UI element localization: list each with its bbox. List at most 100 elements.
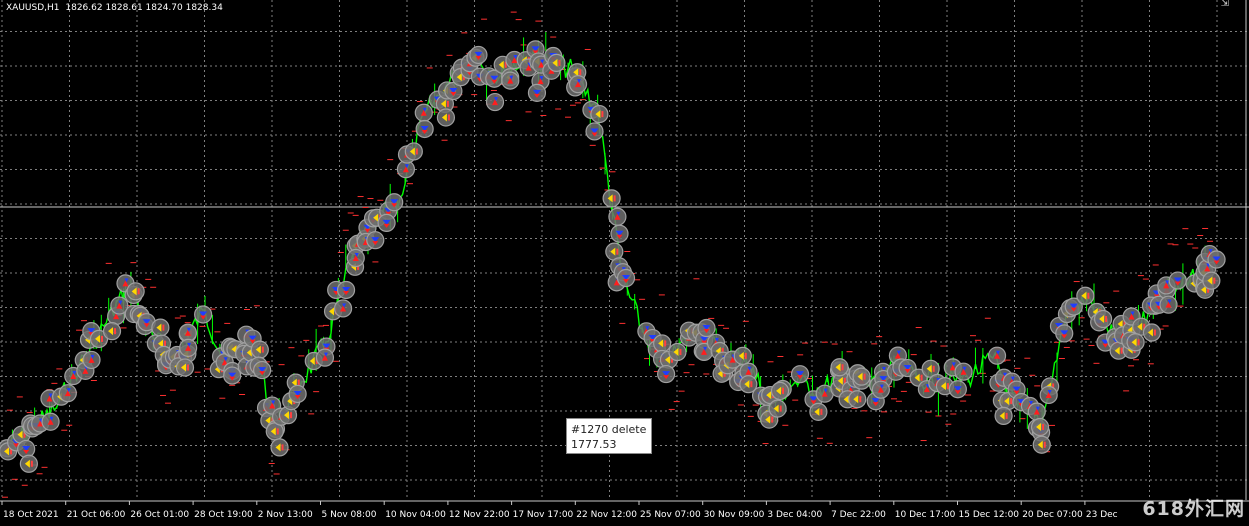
close-tick — [290, 412, 293, 419]
close-tick — [664, 340, 667, 347]
close-tick — [114, 328, 117, 335]
trade-marker — [223, 366, 242, 385]
trade-marker — [848, 390, 867, 409]
close-tick — [162, 324, 165, 331]
order-tooltip: #1270 delete 1777.53 — [566, 418, 652, 454]
close-tick — [1105, 315, 1108, 322]
trade-marker — [1142, 323, 1162, 342]
close-tick — [613, 195, 616, 202]
watermark-logo: 618外汇网 — [1142, 498, 1245, 520]
x-tick-label: 26 Oct 01:00 — [130, 510, 189, 520]
trade-marker — [1126, 333, 1145, 352]
x-tick-label: 10 Dec 17:00 — [895, 510, 956, 520]
trade-marker — [485, 92, 505, 112]
trade-marker — [41, 412, 60, 431]
trade-marker — [253, 360, 272, 380]
trade-marker — [1027, 402, 1046, 421]
trade-marker — [790, 365, 810, 384]
close-tick — [297, 379, 300, 386]
close-tick — [859, 396, 862, 403]
trade-marker — [366, 231, 385, 250]
close-tick — [281, 444, 284, 451]
close-tick — [101, 335, 104, 342]
close-tick — [744, 352, 747, 359]
x-tick-label: 25 Nov 07:00 — [640, 510, 701, 520]
trade-marker — [568, 75, 588, 94]
trade-marker — [404, 142, 423, 161]
x-tick-label: 22 Nov 12:00 — [576, 510, 637, 520]
trade-marker — [809, 402, 828, 421]
x-tick-label: 5 Nov 08:00 — [322, 510, 377, 520]
trade-marker — [1030, 417, 1050, 437]
x-tick-label: 20 Dec 07:00 — [1022, 510, 1083, 520]
chart-window[interactable]: 18 Oct 2021 21 Oct 06:00 26 Oct 01:00 28 Oc… — [0, 0, 1249, 526]
trade-marker — [469, 45, 488, 65]
close-tick — [30, 460, 33, 467]
close-tick — [447, 114, 450, 121]
x-tick-label: 21 Oct 06:00 — [67, 510, 126, 520]
trade-marker — [1055, 324, 1074, 343]
trade-marker — [414, 103, 433, 122]
trade-marker — [250, 340, 269, 359]
close-tick — [1005, 412, 1008, 419]
close-tick — [932, 365, 935, 372]
close-tick — [679, 349, 682, 356]
chart-header: XAUUSD,H1 1826.62 1828.61 1824.70 1828.3… — [6, 3, 226, 13]
trade-marker — [527, 83, 547, 102]
trade-marker — [987, 346, 1007, 365]
trade-marker — [178, 323, 197, 342]
trade-marker — [616, 268, 636, 288]
trade-marker — [179, 338, 198, 357]
close-tick — [820, 408, 823, 415]
x-tick-label: 17 Nov 17:00 — [513, 510, 574, 520]
close-tick — [601, 111, 604, 118]
trade-marker — [1168, 271, 1187, 290]
trade-marker — [151, 318, 170, 337]
trade-marker — [333, 299, 353, 318]
trade-marker — [770, 381, 790, 401]
close-tick — [782, 387, 785, 394]
trade-marker — [1076, 286, 1095, 305]
close-tick — [1042, 424, 1045, 431]
close-tick — [1043, 441, 1046, 448]
close-tick — [415, 148, 418, 155]
trade-marker — [385, 193, 404, 212]
resize-icon[interactable]: ⇲ — [1221, 0, 1229, 9]
tooltip-value: 1777.53 — [571, 438, 617, 451]
trade-marker — [954, 362, 973, 381]
x-tick-label: 7 Dec 22:00 — [831, 510, 886, 520]
close-tick — [920, 374, 923, 381]
x-tick-label: 18 Oct 2021 — [3, 510, 59, 520]
close-tick — [579, 69, 582, 76]
trade-marker — [1207, 250, 1226, 269]
tooltip-title: #1270 delete — [571, 423, 647, 436]
trade-marker — [346, 248, 365, 268]
symbol-label: XAUUSD,H1 — [6, 3, 60, 13]
trade-marker — [948, 380, 967, 399]
close-tick — [163, 340, 166, 347]
trade-marker — [697, 318, 716, 338]
close-tick — [137, 288, 140, 295]
close-tick — [1153, 329, 1156, 336]
trade-marker — [175, 358, 195, 377]
close-tick — [276, 428, 279, 435]
close-tick — [261, 346, 264, 353]
close-tick — [863, 373, 866, 380]
trade-marker — [270, 438, 289, 457]
trade-marker — [871, 380, 890, 399]
trade-marker — [126, 282, 145, 301]
x-tick-label: 30 Nov 09:00 — [704, 510, 765, 520]
trade-marker — [994, 406, 1013, 425]
close-tick — [1120, 347, 1123, 354]
close-tick — [1010, 398, 1013, 405]
trade-marker — [602, 189, 621, 208]
trade-marker — [436, 108, 456, 127]
close-tick — [616, 248, 619, 255]
close-tick — [1087, 292, 1090, 299]
close-tick — [771, 416, 774, 423]
trade-marker — [19, 454, 38, 473]
trade-marker — [590, 104, 609, 124]
close-tick — [187, 364, 190, 371]
trade-marker — [608, 207, 627, 226]
close-tick — [946, 383, 949, 390]
